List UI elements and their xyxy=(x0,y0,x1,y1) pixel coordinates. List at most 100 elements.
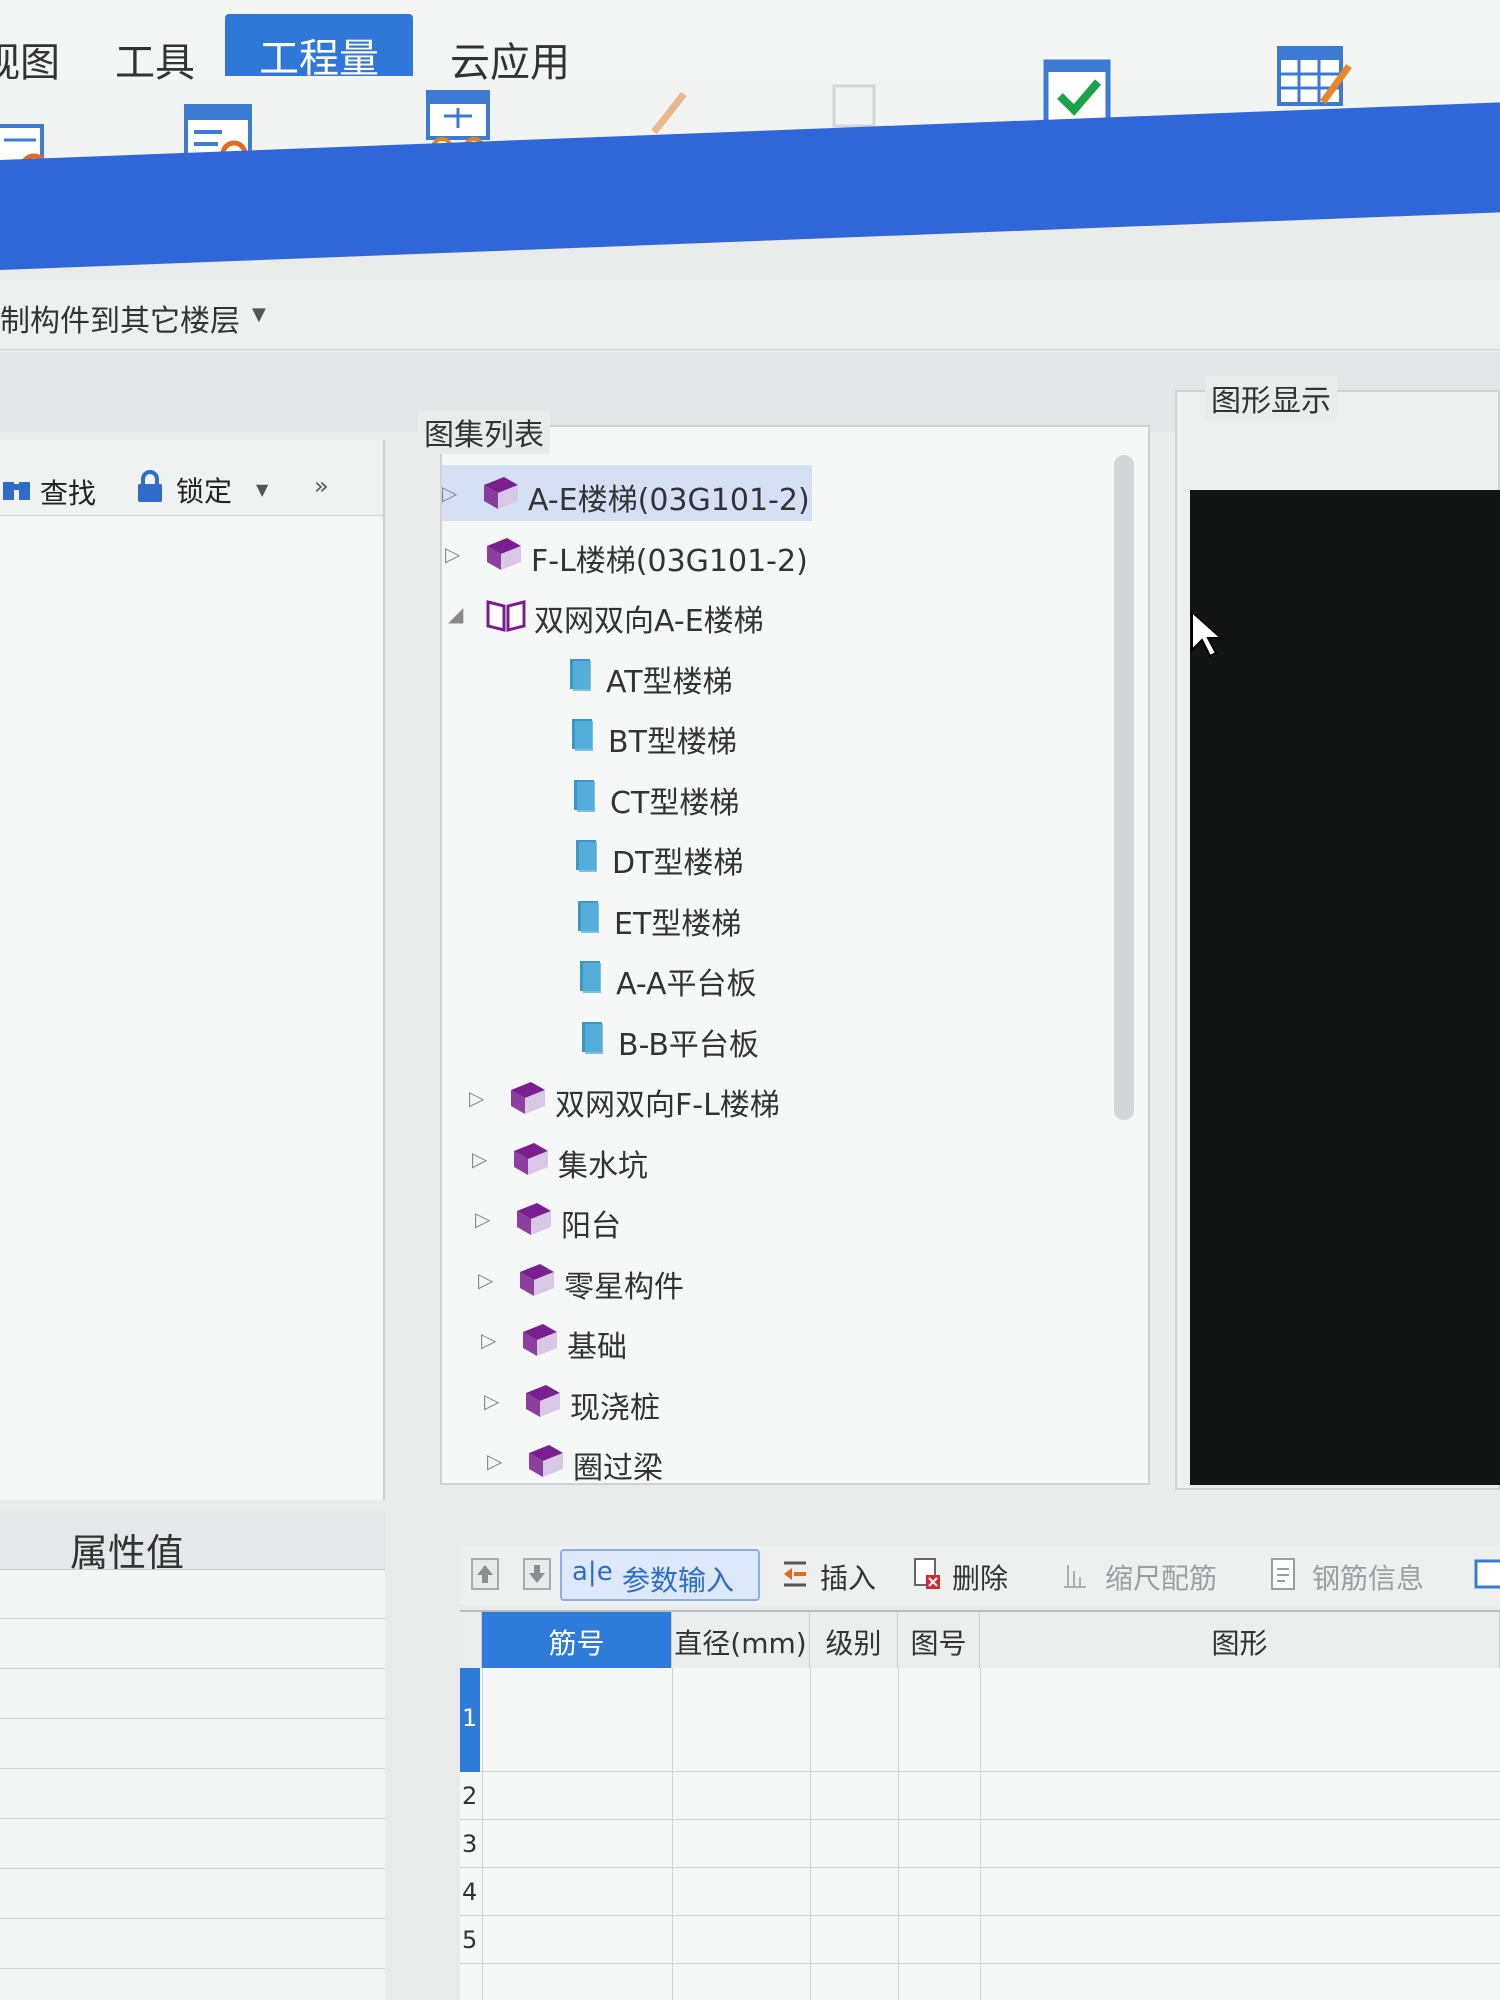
delete-button[interactable]: 删除 xyxy=(952,1557,1008,1597)
tree-item[interactable]: ▷ F-L楼梯(03G101-2) xyxy=(445,526,1045,582)
book-icon xyxy=(511,1197,555,1241)
attribute-row[interactable] xyxy=(0,1570,385,1619)
tree-item[interactable]: ◢ 双网双向A-E楼梯 xyxy=(448,586,1048,642)
scale-rebar-icon[interactable] xyxy=(1060,1557,1090,1591)
table-row[interactable]: 2 xyxy=(460,1772,1500,1820)
row-number: 3 xyxy=(462,1830,478,1858)
more-toolbar-icon[interactable] xyxy=(1474,1557,1500,1591)
book-icon xyxy=(517,1318,561,1362)
binoculars-icon[interactable] xyxy=(2,474,32,504)
page-icon xyxy=(560,713,604,757)
move-down-icon[interactable] xyxy=(522,1557,552,1591)
collapsed-arrow-icon[interactable]: ▷ xyxy=(469,1086,484,1110)
column-header-diameter[interactable]: 直径(mm) xyxy=(672,1612,810,1668)
collapsed-arrow-icon[interactable]: ▷ xyxy=(442,481,457,505)
tree-item-label: 基础 xyxy=(567,1330,627,1365)
grid-corner xyxy=(460,1612,482,1668)
delete-icon[interactable] xyxy=(912,1557,942,1591)
tree-item[interactable]: ▷ 圈过梁 xyxy=(487,1433,1087,1489)
rebar-toolbar: a|e 参数输入 插入 删除 缩尺配筋 钢筋信息 xyxy=(460,1545,1500,1605)
tree-item-child[interactable]: B-B平台板 xyxy=(570,1010,1170,1066)
column-header-grade[interactable]: 级别 xyxy=(810,1612,898,1668)
param-input-icon: a|e xyxy=(572,1557,613,1587)
book-icon xyxy=(508,1137,552,1181)
tree-item-label: 双网双向F-L楼梯 xyxy=(555,1088,780,1123)
mouse-cursor-icon xyxy=(1191,610,1224,658)
more-arrows-icon[interactable]: » xyxy=(314,472,329,500)
lock-icon[interactable] xyxy=(136,470,164,504)
tree-item-label: 集水坑 xyxy=(558,1149,648,1184)
attribute-row[interactable] xyxy=(0,1920,385,1969)
tree-item-label: ET型楼梯 xyxy=(614,907,742,942)
lock-button[interactable]: 锁定 xyxy=(176,470,232,510)
tree-item-child[interactable]: BT型楼梯 xyxy=(560,707,1160,763)
collapsed-arrow-icon[interactable]: ▷ xyxy=(478,1268,493,1292)
param-input-label: 参数输入 xyxy=(622,1564,735,1597)
tree-item[interactable]: ▷ 双网双向F-L楼梯 xyxy=(469,1070,1069,1126)
collapsed-arrow-icon[interactable]: ▷ xyxy=(445,542,460,566)
column-header-bar-no[interactable]: 筋号 xyxy=(482,1612,672,1668)
tree-item[interactable]: ▷ 基础 xyxy=(481,1312,1081,1368)
tree-item-label: A-E楼梯(03G101-2) xyxy=(528,483,810,518)
insert-icon[interactable] xyxy=(780,1557,810,1591)
tree-item-label: 双网双向A-E楼梯 xyxy=(534,604,764,639)
graphic-display-canvas[interactable] xyxy=(1190,490,1500,1485)
tree-item-label: F-L楼梯(03G101-2) xyxy=(531,544,808,579)
tree-item-child[interactable]: CT型楼梯 xyxy=(562,768,1162,824)
tree-item[interactable]: ▷ 现浇桩 xyxy=(484,1373,1084,1429)
rebar-info-icon[interactable] xyxy=(1268,1557,1298,1591)
copy-to-floors-button[interactable]: 制构件到其它楼层 xyxy=(0,296,240,340)
move-up-icon[interactable] xyxy=(470,1557,500,1591)
tree-item-child[interactable]: A-A平台板 xyxy=(568,949,1168,1005)
tree-item-child[interactable]: AT型楼梯 xyxy=(558,647,1158,703)
tree-item[interactable]: ▷ A-E楼梯(03G101-2) xyxy=(442,465,812,521)
collapsed-arrow-icon[interactable]: ▷ xyxy=(487,1449,502,1473)
attribute-row[interactable] xyxy=(0,1870,385,1919)
attribute-row[interactable] xyxy=(0,1770,385,1819)
tree-item[interactable]: ▷ 集水坑 xyxy=(472,1131,1072,1187)
table-row[interactable]: 5 xyxy=(460,1916,1500,1964)
param-input-button[interactable]: a|e 参数输入 xyxy=(560,1549,760,1601)
tree-item[interactable]: ▷ 零星构件 xyxy=(478,1252,1078,1308)
tree-item-label: AT型楼梯 xyxy=(606,665,733,700)
attribute-row[interactable] xyxy=(0,1670,385,1719)
copy-dropdown-caret-icon[interactable]: ▼ xyxy=(252,304,266,325)
expanded-arrow-icon[interactable]: ◢ xyxy=(448,602,463,626)
collapsed-arrow-icon[interactable]: ▷ xyxy=(481,1328,496,1352)
page-icon xyxy=(562,774,606,818)
table-row[interactable]: 3 xyxy=(460,1820,1500,1868)
column-header-shape[interactable]: 图形 xyxy=(980,1612,1500,1668)
tree-item-label: 零星构件 xyxy=(564,1270,684,1305)
column-header-figure-no[interactable]: 图号 xyxy=(898,1612,980,1668)
book-icon xyxy=(514,1258,558,1302)
page-icon xyxy=(570,1016,614,1060)
collapsed-arrow-icon[interactable]: ▷ xyxy=(472,1147,487,1171)
row-number: 1 xyxy=(462,1704,478,1732)
page-icon xyxy=(566,895,610,939)
row-number: 5 xyxy=(462,1926,478,1954)
table-row[interactable]: 4 xyxy=(460,1868,1500,1916)
attribute-row[interactable] xyxy=(0,1820,385,1869)
atlas-scrollbar[interactable] xyxy=(1114,455,1134,1120)
rebar-info-button[interactable]: 钢筋信息 xyxy=(1312,1557,1424,1597)
tree-item-label: BT型楼梯 xyxy=(608,725,737,760)
menu-quantity[interactable]: 工程量 xyxy=(225,14,413,82)
row-number: 4 xyxy=(462,1878,478,1906)
lock-dropdown-caret-icon[interactable]: ▼ xyxy=(256,480,268,499)
component-list-toolbar: 查找 锁定 ▼ » xyxy=(0,460,385,520)
collapsed-arrow-icon[interactable]: ▷ xyxy=(475,1207,490,1231)
attribute-row[interactable] xyxy=(0,1720,385,1769)
tree-item-child[interactable]: ET型楼梯 xyxy=(566,889,1166,945)
attribute-value-title: 属性值 xyxy=(70,1531,185,1575)
tree-item[interactable]: ▷ 阳台 xyxy=(475,1191,1075,1247)
tree-item-label: 圈过梁 xyxy=(573,1451,663,1486)
insert-button[interactable]: 插入 xyxy=(820,1557,876,1597)
table-row[interactable]: 1 xyxy=(460,1668,1500,1772)
scale-rebar-button[interactable]: 缩尺配筋 xyxy=(1105,1557,1217,1597)
find-button[interactable]: 查找 xyxy=(40,472,96,512)
tree-item-child[interactable]: DT型楼梯 xyxy=(564,828,1164,884)
component-list[interactable] xyxy=(0,515,383,1500)
attribute-row[interactable] xyxy=(0,1620,385,1669)
collapsed-arrow-icon[interactable]: ▷ xyxy=(484,1389,499,1413)
tree-item-label: 现浇桩 xyxy=(570,1391,660,1426)
